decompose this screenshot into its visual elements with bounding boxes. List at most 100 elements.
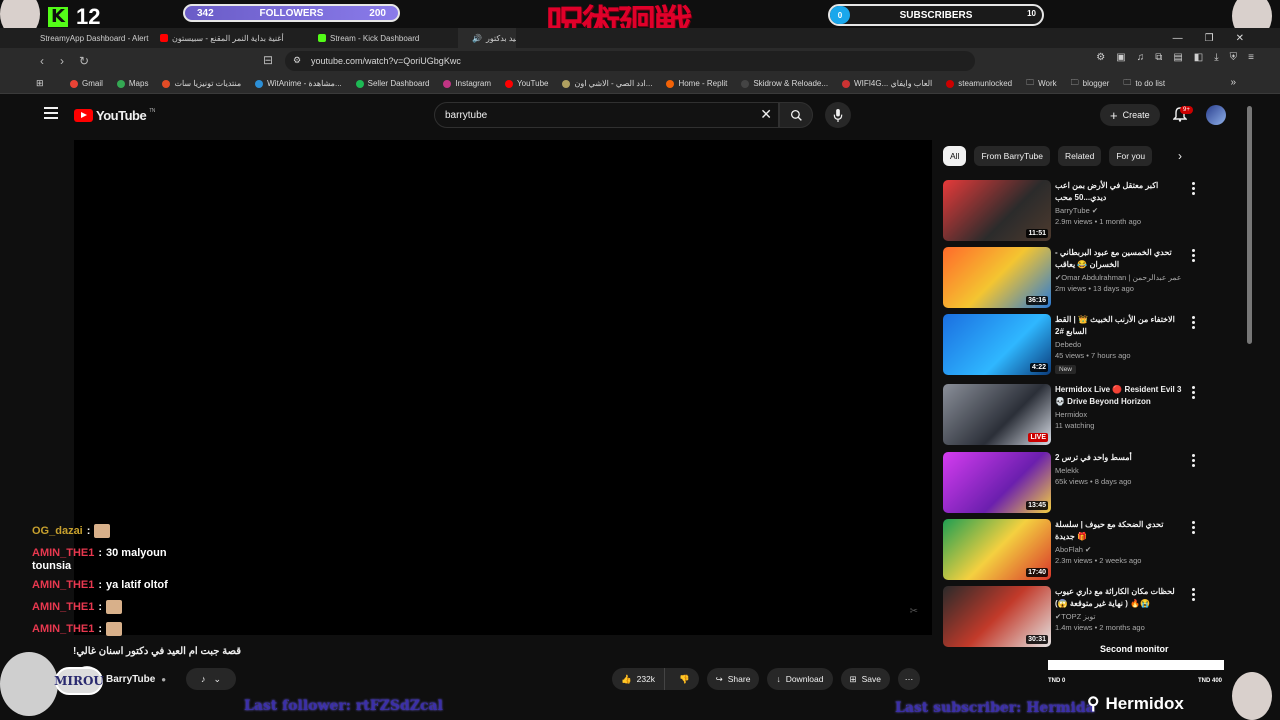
more-options-icon[interactable]: [1192, 588, 1195, 601]
more-options-icon[interactable]: [1192, 316, 1195, 329]
video-thumbnail[interactable]: 36:16: [943, 247, 1051, 308]
search-button[interactable]: [779, 102, 813, 128]
more-bookmarks-icon[interactable]: »: [1230, 77, 1236, 88]
bookmark-steamunlocked[interactable]: steamunlocked: [946, 79, 1012, 88]
shield-icon[interactable]: ⛨: [1230, 52, 1238, 63]
channel-name[interactable]: BarryTube: [106, 674, 155, 685]
forward-icon[interactable]: ›: [52, 54, 72, 68]
channel-name[interactable]: BarryTube ✔: [1055, 206, 1185, 215]
address-bar[interactable]: ⚙ youtube.com/watch?v=QoriUGbgKwc: [285, 51, 975, 71]
bookmark-folder-blogger[interactable]: 🗀 blogger: [1071, 77, 1110, 91]
wallet-icon[interactable]: ◧: [1194, 52, 1203, 63]
voice-search-button[interactable]: [825, 102, 851, 128]
recommended-video[interactable]: 11:51 اكبر معتقل في الأرض بمن اعب ديدي...…: [943, 180, 1203, 242]
bookmark-instagram[interactable]: Instagram: [443, 79, 491, 88]
recommended-video[interactable]: LIVE Hermidox Live 🔴 Resident Evil 3 💀 Dr…: [943, 384, 1203, 446]
video-title[interactable]: لحظات مكان الكاراثة مع داري عيوب 😭🔥 ( نه…: [1055, 586, 1185, 610]
video-title[interactable]: Hermidox Live 🔴 Resident Evil 3 💀 Drive …: [1055, 384, 1185, 408]
video-thumbnail[interactable]: LIVE: [943, 384, 1051, 445]
menu-icon[interactable]: ≡: [1248, 52, 1254, 63]
video-title[interactable]: اكبر معتقل في الأرض بمن اعب ديدي...50 مح…: [1055, 180, 1185, 204]
extension-icon[interactable]: ⧉: [1155, 52, 1162, 63]
tab-streamyapp[interactable]: StreamyApp Dashboard - Alert Confi: [0, 28, 150, 48]
youtube-logo[interactable]: YouTube TN: [74, 108, 155, 123]
bookmark-wifi4games[interactable]: WIFI4G... العاب وايفاي: [842, 79, 932, 88]
create-label: Create: [1122, 110, 1150, 120]
bookmark-anime-site[interactable]: ادد الصي - الاشي اون...: [562, 79, 652, 88]
chip-all[interactable]: All: [943, 146, 967, 166]
video-thumbnail[interactable]: 4:22: [943, 314, 1051, 375]
sidebar-icon[interactable]: ▤: [1173, 52, 1182, 63]
bookmark-icon[interactable]: ⊟: [258, 53, 278, 67]
recommended-video[interactable]: 13:45 أمسط واحد في ترس 2 Melekk 65k views •…: [943, 452, 1203, 514]
bookmark-seller-dashboard[interactable]: Seller Dashboard: [355, 79, 429, 88]
account-avatar[interactable]: [1206, 105, 1226, 125]
bookmark-folder-todo[interactable]: 🗀 to do list: [1123, 77, 1165, 91]
recommended-video[interactable]: 4:22 الاختفاء من الأرنب الخبيث 👑 | القط ا…: [943, 314, 1203, 376]
save-button[interactable]: ⊞ Save: [840, 668, 890, 690]
create-button[interactable]: + Create: [1100, 104, 1160, 126]
recommended-video[interactable]: 36:16 تحدي الخمسين مع عبود البربطاني - ال…: [943, 247, 1203, 309]
bookmark-maps[interactable]: Maps: [116, 79, 148, 88]
tab-spacetoon-song[interactable]: أغنية بداية النمر المقنع - سبيستون: [150, 28, 308, 48]
more-options-icon[interactable]: [1192, 249, 1195, 262]
channel-name[interactable]: Debedo: [1055, 340, 1185, 349]
bookmark-label: steamunlocked: [958, 79, 1013, 88]
channel-name[interactable]: Hermidox: [1055, 410, 1185, 419]
bookmark-gmail[interactable]: Gmail: [70, 79, 103, 88]
hamburger-menu-icon[interactable]: [44, 107, 58, 119]
chip-from-channel[interactable]: From BarryTube: [974, 146, 1051, 166]
extension-icon[interactable]: ⚙: [1096, 52, 1105, 63]
subscribed-notifications-button[interactable]: ♪ ⌄: [186, 668, 236, 690]
video-player[interactable]: ✂: [74, 140, 932, 635]
download-button[interactable]: ↓ Download: [767, 668, 833, 690]
video-title[interactable]: أمسط واحد في ترس 2: [1055, 452, 1185, 464]
reload-icon[interactable]: ↻: [74, 54, 94, 68]
share-button[interactable]: ↪ Share: [706, 668, 760, 690]
recommended-video[interactable]: 17:40 تحدي الضحكة مع حيوف | سلسلة جديدة 🎁…: [943, 519, 1203, 581]
channel-name[interactable]: Melekk: [1055, 466, 1185, 475]
video-thumbnail[interactable]: 13:45: [943, 452, 1051, 513]
video-thumbnail[interactable]: 17:40: [943, 519, 1051, 580]
channel-name[interactable]: ✔TOPZ توبز: [1055, 612, 1185, 621]
like-button[interactable]: 👍 232k: [612, 668, 666, 690]
apps-grid-icon[interactable]: ⊞: [36, 78, 44, 89]
restore-icon[interactable]: ❐: [1205, 33, 1214, 44]
bookmark-folder-work[interactable]: 🗀 Work: [1026, 77, 1057, 91]
back-icon[interactable]: ‹: [32, 54, 52, 68]
tab-kick-dashboard[interactable]: Stream - Kick Dashboard: [308, 28, 458, 48]
more-options-icon[interactable]: [1192, 386, 1195, 399]
channel-name[interactable]: AboFlah ✔: [1055, 545, 1185, 554]
recommended-video[interactable]: 30:31 لحظات مكان الكاراثة مع داري عيوب 😭🔥…: [943, 586, 1203, 648]
bookmark-witanime[interactable]: WitAnime - مشاهدة...: [255, 79, 342, 88]
download-icon[interactable]: ⤓: [1214, 52, 1218, 63]
video-title[interactable]: تحدي الضحكة مع حيوف | سلسلة جديدة 🎁: [1055, 519, 1185, 543]
clear-search-icon[interactable]: ✕: [760, 106, 772, 123]
video-title[interactable]: تحدي الخمسين مع عبود البربطاني - الخسران…: [1055, 247, 1185, 271]
video-title[interactable]: الاختفاء من الأرنب الخبيث 👑 | القط الساب…: [1055, 314, 1185, 338]
chevron-right-icon[interactable]: ›: [1178, 149, 1182, 163]
bookmark-youtube[interactable]: YouTube: [505, 79, 548, 88]
site-info-icon[interactable]: ⚙: [293, 55, 301, 66]
chip-for-you[interactable]: For you: [1109, 146, 1153, 166]
video-thumbnail[interactable]: 11:51: [943, 180, 1051, 241]
more-actions-button[interactable]: ⋯: [898, 668, 920, 690]
minimize-icon[interactable]: —: [1173, 33, 1183, 44]
search-input[interactable]: barrytube ✕: [434, 102, 779, 128]
tab-current-video[interactable]: 🔊 عيد بدكتور: [458, 28, 516, 48]
site-icon: [562, 79, 571, 88]
channel-name[interactable]: ✔Omar Abdulrahman | عمر عبدالرحمن: [1055, 273, 1185, 282]
more-options-icon[interactable]: [1192, 454, 1195, 467]
video-thumbnail[interactable]: 30:31: [943, 586, 1051, 647]
extension-icon[interactable]: ▣: [1116, 52, 1125, 63]
bookmark-replit[interactable]: Home - Replit: [666, 79, 727, 88]
extension-icon[interactable]: ♫: [1137, 52, 1145, 63]
bookmark-skidrow[interactable]: Skidrow & Reloade...: [741, 79, 828, 88]
chip-related[interactable]: Related: [1058, 146, 1102, 166]
close-icon[interactable]: ✕: [1236, 33, 1244, 44]
more-options-icon[interactable]: [1192, 182, 1195, 195]
more-options-icon[interactable]: [1192, 521, 1195, 534]
bookmark-tunisia-sat[interactable]: منتديات تونيزيا سات: [162, 79, 241, 88]
dislike-button[interactable]: 👎: [670, 674, 699, 685]
scrollbar[interactable]: [1247, 106, 1252, 344]
